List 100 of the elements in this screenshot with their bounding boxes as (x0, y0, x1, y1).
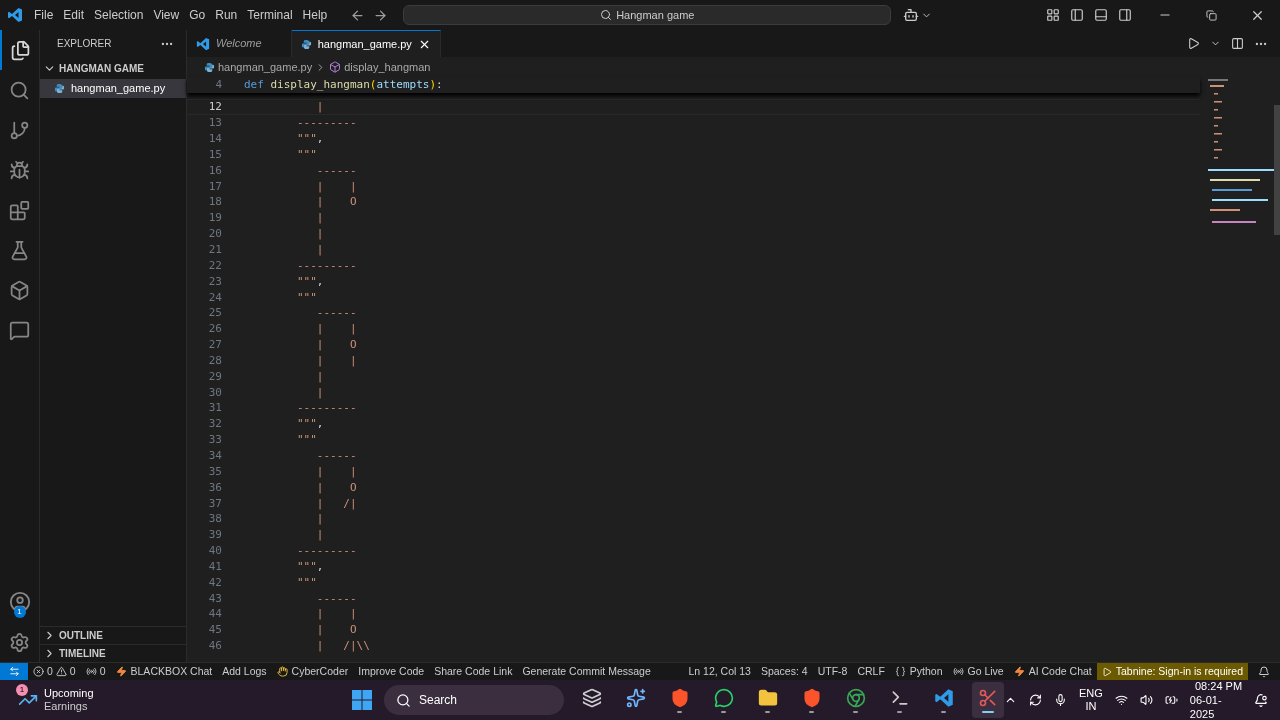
search-icon[interactable] (9, 79, 30, 101)
status-item[interactable]: BLACKBOX Chat (110, 663, 218, 680)
line-number: 40 (207, 545, 222, 557)
line-number: 26 (207, 323, 222, 335)
code-line: """ (295, 576, 317, 588)
status-item[interactable]: AI Code Chat (1008, 663, 1097, 680)
menu-item[interactable]: Help (297, 6, 333, 24)
windows-icon (581, 687, 602, 708)
blocks-icon[interactable] (9, 199, 30, 221)
microphone-icon[interactable] (1053, 693, 1067, 707)
menu-item[interactable]: Edit (58, 6, 90, 24)
line-number: 45 (207, 624, 222, 636)
line-number: 32 (207, 418, 222, 430)
forward-arrow-icon[interactable] (373, 7, 389, 23)
line-number: 42 (207, 576, 222, 588)
line-number: 34 (207, 450, 222, 461)
code-line: | | (315, 323, 357, 335)
line-number: 44 (207, 608, 222, 620)
explorer-entry[interactable]: hangman_game.py (40, 79, 186, 98)
menu-item[interactable]: File (29, 6, 59, 24)
code-line: ------ (315, 164, 357, 176)
sidebar-toggle-icon[interactable] (1070, 8, 1084, 22)
menu-item[interactable]: View (148, 6, 185, 24)
code-line: | (315, 212, 324, 224)
code-line: """ (295, 148, 317, 160)
editor-tab[interactable]: Welcome (187, 30, 292, 57)
run-icon[interactable] (1187, 37, 1200, 50)
status-item[interactable]: Share Code Link (429, 663, 518, 680)
folder-header[interactable]: HANGMAN GAME (40, 57, 186, 79)
command-center[interactable]: Hangman game (403, 5, 892, 25)
search-icon (395, 692, 411, 708)
menu-item[interactable]: Selection (89, 6, 149, 24)
notifications-icon[interactable] (1258, 665, 1270, 678)
widget-button[interactable]: 1 Upcoming Earnings (18, 687, 210, 713)
line-number: 21 (207, 244, 222, 255)
status-item[interactable]: Add Logs (217, 663, 272, 680)
flask-icon[interactable] (9, 239, 30, 261)
code-line: | O (315, 624, 357, 636)
region-indicator[interactable]: IN (1085, 700, 1097, 713)
menu-item[interactable]: Terminal (242, 6, 298, 24)
sidebar-title: EXPLORER (57, 37, 112, 51)
line-number: 16 (207, 164, 222, 176)
taskbar-app[interactable] (971, 682, 1004, 718)
line-number: 18 (207, 196, 222, 208)
problems-status[interactable]: 0 0 (28, 663, 81, 680)
status-item[interactable]: Spaces: 4 (755, 663, 813, 680)
python-file-icon (204, 61, 215, 73)
status-item[interactable]: Generate Commit Message (517, 663, 656, 680)
back-arrow-icon[interactable] (350, 7, 366, 23)
breadcrumb[interactable]: hangman_game.py (218, 58, 313, 76)
layout-icon[interactable] (1046, 8, 1060, 22)
notification-badge: 1 (13, 606, 26, 618)
status-item[interactable]: CRLF (852, 663, 890, 680)
volume-icon[interactable] (1139, 693, 1153, 707)
bug-icon[interactable] (9, 159, 30, 181)
branch-icon[interactable] (9, 119, 30, 141)
code-line: --------- (295, 402, 357, 414)
section-header[interactable]: OUTLINE (40, 626, 186, 644)
settings-icon[interactable] (9, 631, 30, 653)
taskbar-search[interactable]: Search (383, 685, 564, 715)
start-icon[interactable] (351, 690, 372, 710)
split-editor-icon[interactable] (1231, 37, 1244, 50)
status-item[interactable]: Python (889, 663, 948, 680)
files-icon[interactable] (10, 39, 31, 61)
wifi-icon[interactable] (1114, 693, 1128, 707)
code-line: | | (315, 608, 357, 620)
code-line: """ (295, 291, 317, 303)
remote-button[interactable] (0, 663, 28, 680)
chat-icon[interactable] (9, 319, 30, 341)
status-item[interactable]: CyberCoder (271, 663, 354, 680)
menu-item[interactable]: Run (210, 6, 243, 24)
clock-time[interactable]: 08:24 PM (1194, 679, 1243, 693)
secondary-sidebar-icon[interactable] (1118, 8, 1132, 22)
editor-tab[interactable]: hangman_game.py (291, 30, 441, 57)
battery-icon[interactable] (1164, 693, 1178, 707)
copilot-icon[interactable] (903, 7, 920, 23)
code-line: | O (315, 196, 357, 208)
code-line: """, (295, 275, 324, 287)
line-number: 36 (207, 481, 222, 493)
cube-icon[interactable] (9, 279, 30, 301)
app-logo-icon (7, 7, 23, 23)
code-line: | (315, 228, 324, 240)
sync-icon[interactable] (1028, 693, 1042, 707)
line-number: 22 (207, 259, 222, 271)
menu-item[interactable]: Go (184, 6, 211, 24)
code-line: """, (295, 560, 324, 572)
clock-date[interactable]: 06-01-2025 (1189, 693, 1243, 720)
notifications-icon[interactable] (1254, 692, 1268, 708)
ports-status[interactable]: 0 (80, 663, 111, 680)
code-line: | (315, 370, 324, 382)
panel-toggle-icon[interactable] (1094, 8, 1108, 22)
status-item[interactable]: UTF-8 (812, 663, 853, 680)
status-item[interactable]: Improve Code (353, 663, 430, 680)
breadcrumb[interactable]: display_hangman (344, 58, 431, 76)
code-editor-icon (933, 687, 954, 708)
language-indicator[interactable]: ENG (1078, 687, 1103, 700)
status-item[interactable]: Ln 12, Col 13 (683, 663, 756, 680)
scissors-icon (977, 687, 998, 708)
sign-in-warning[interactable]: Tabnine: Sign-in is required (1096, 663, 1248, 680)
status-item[interactable]: Go Live (947, 663, 1009, 680)
